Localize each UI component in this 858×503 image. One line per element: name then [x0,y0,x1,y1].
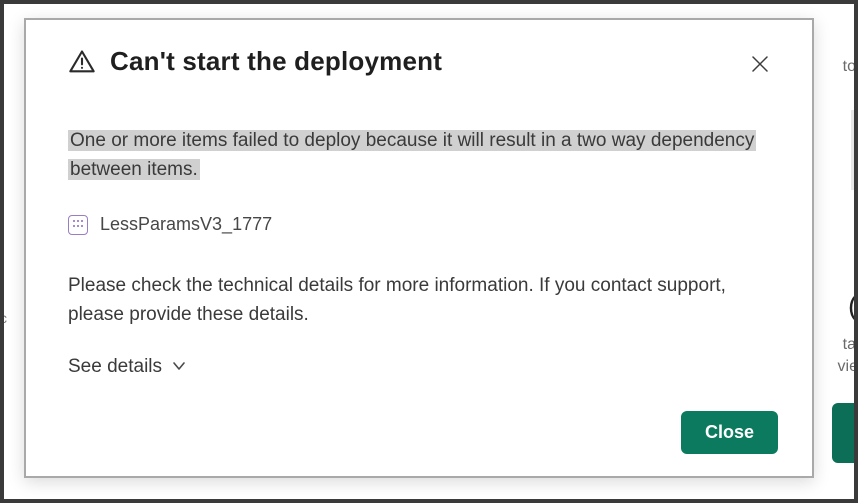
see-details-toggle[interactable]: See details [68,352,186,381]
dialog-footer: Close [68,393,778,454]
close-button[interactable]: Close [681,411,778,454]
close-icon[interactable] [742,46,778,82]
dataset-icon [68,215,88,235]
bg-button-fragment [832,403,858,463]
dialog-title-wrap: Can't start the deployment [68,46,742,77]
see-details-label: See details [68,352,162,381]
bg-fragment: vie [838,358,858,376]
warning-icon [68,48,96,76]
error-message: One or more items failed to deploy becau… [68,130,756,180]
bg-scrollbar-fragment [851,110,858,190]
chevron-down-icon [172,359,186,373]
support-text: Please check the technical details for m… [68,271,778,330]
failed-item-name: LessParamsV3_1777 [100,211,272,239]
bg-fragment: c [0,310,7,326]
bg-fragment: to [843,58,856,76]
dialog-header: Can't start the deployment [68,46,778,82]
dialog-body: One or more items failed to deploy becau… [68,126,778,381]
failed-item-row: LessParamsV3_1777 [68,211,778,239]
bg-fragment: ( [848,290,858,322]
deployment-error-dialog: Can't start the deployment One or more i… [24,18,814,478]
dialog-title: Can't start the deployment [110,46,442,77]
bg-fragment: ta [843,336,856,354]
